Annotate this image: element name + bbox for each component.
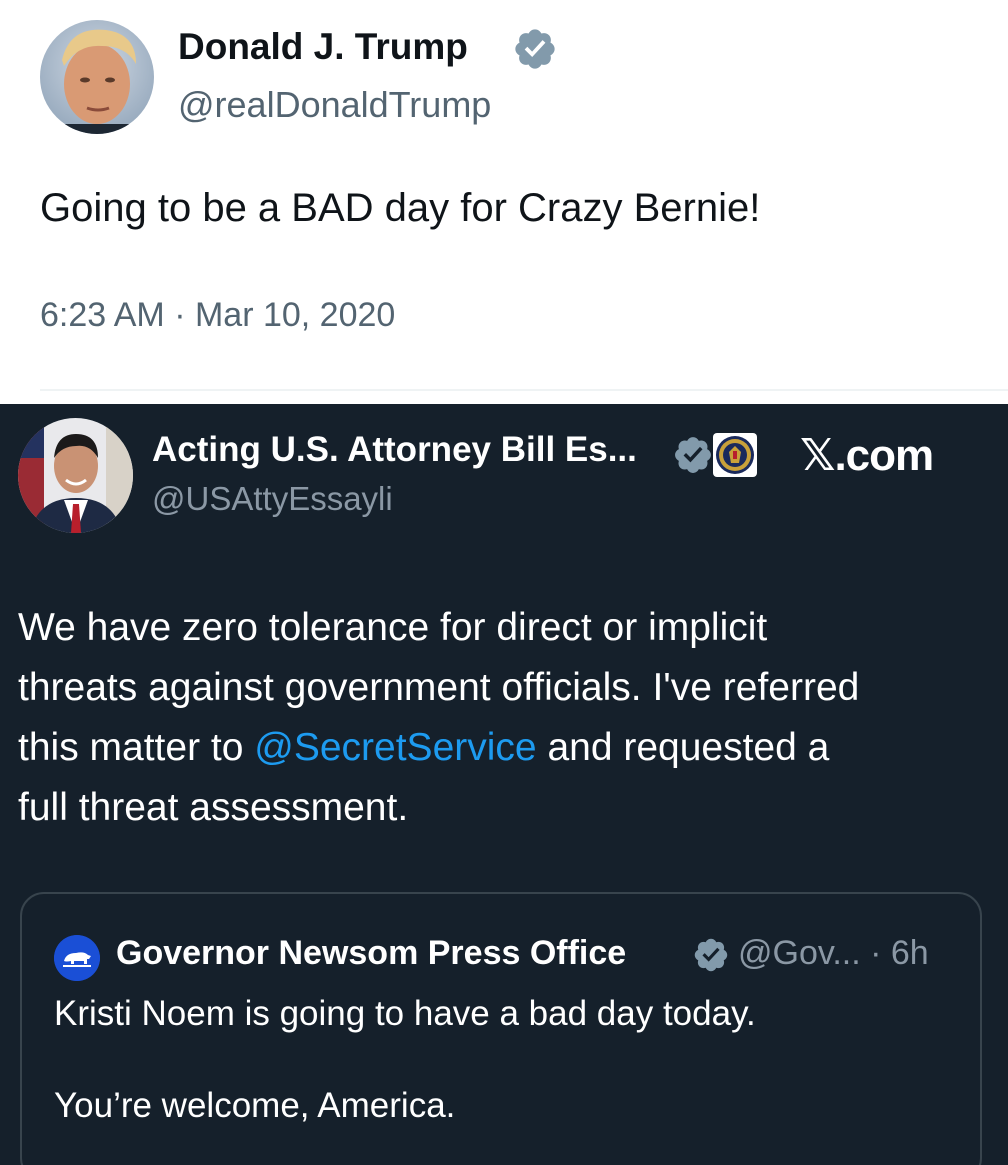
quoted-author-name[interactable]: Governor Newsom Press Office — [116, 934, 626, 973]
tweet-text: Going to be a BAD day for Crazy Bernie! — [40, 186, 761, 230]
verified-badge-icon — [512, 26, 558, 72]
tweet-text: We have zero tolerance for direct or imp… — [18, 598, 988, 838]
author-handle[interactable]: @USAttyEssayli — [152, 480, 393, 518]
tweet-text-fragment: and requested a — [536, 726, 830, 769]
verified-badge-icon — [692, 936, 730, 974]
x-logo-watermark: 𝕏.com — [800, 430, 934, 481]
author-avatar[interactable] — [18, 418, 133, 533]
tweet-text-line: full threat assessment. — [18, 786, 409, 829]
california-bear-icon[interactable] — [54, 935, 100, 981]
divider — [40, 389, 1008, 391]
tweet-text-line: threats against government officials. I'… — [18, 666, 860, 709]
quoted-tweet-text: Kristi Noem is going to have a bad day t… — [54, 994, 756, 1033]
author-name[interactable]: Acting U.S. Attorney Bill Es... — [152, 430, 637, 470]
verified-badge-icon — [672, 434, 714, 476]
author-name[interactable]: Donald J. Trump — [178, 26, 468, 68]
tweet-text-fragment: this matter to — [18, 726, 255, 769]
author-handle[interactable]: @realDonaldTrump — [178, 84, 491, 126]
main-tweet: Acting U.S. Attorney Bill Es... 𝕏.com @U… — [0, 404, 1008, 1165]
tweet-text-line: We have zero tolerance for direct or imp… — [18, 606, 768, 649]
tweet-text-line: this matter to @SecretService and reques… — [18, 718, 988, 778]
x-logo-icon: 𝕏 — [800, 430, 835, 481]
quoted-author-handle-time[interactable]: @Gov... · 6h — [738, 934, 929, 973]
author-avatar[interactable] — [40, 20, 154, 134]
top-tweet: Donald J. Trump @realDonaldTrump Going t… — [0, 0, 1008, 404]
doj-seal-icon[interactable] — [712, 432, 758, 478]
tweet-timestamp[interactable]: 6:23 AM · Mar 10, 2020 — [40, 296, 395, 335]
mention-link[interactable]: @SecretService — [254, 726, 536, 769]
quoted-tweet-text: You’re welcome, America. — [54, 1086, 456, 1125]
quoted-tweet-card[interactable]: Governor Newsom Press Office @Gov... · 6… — [20, 892, 982, 1165]
watermark-label: .com — [834, 431, 934, 480]
